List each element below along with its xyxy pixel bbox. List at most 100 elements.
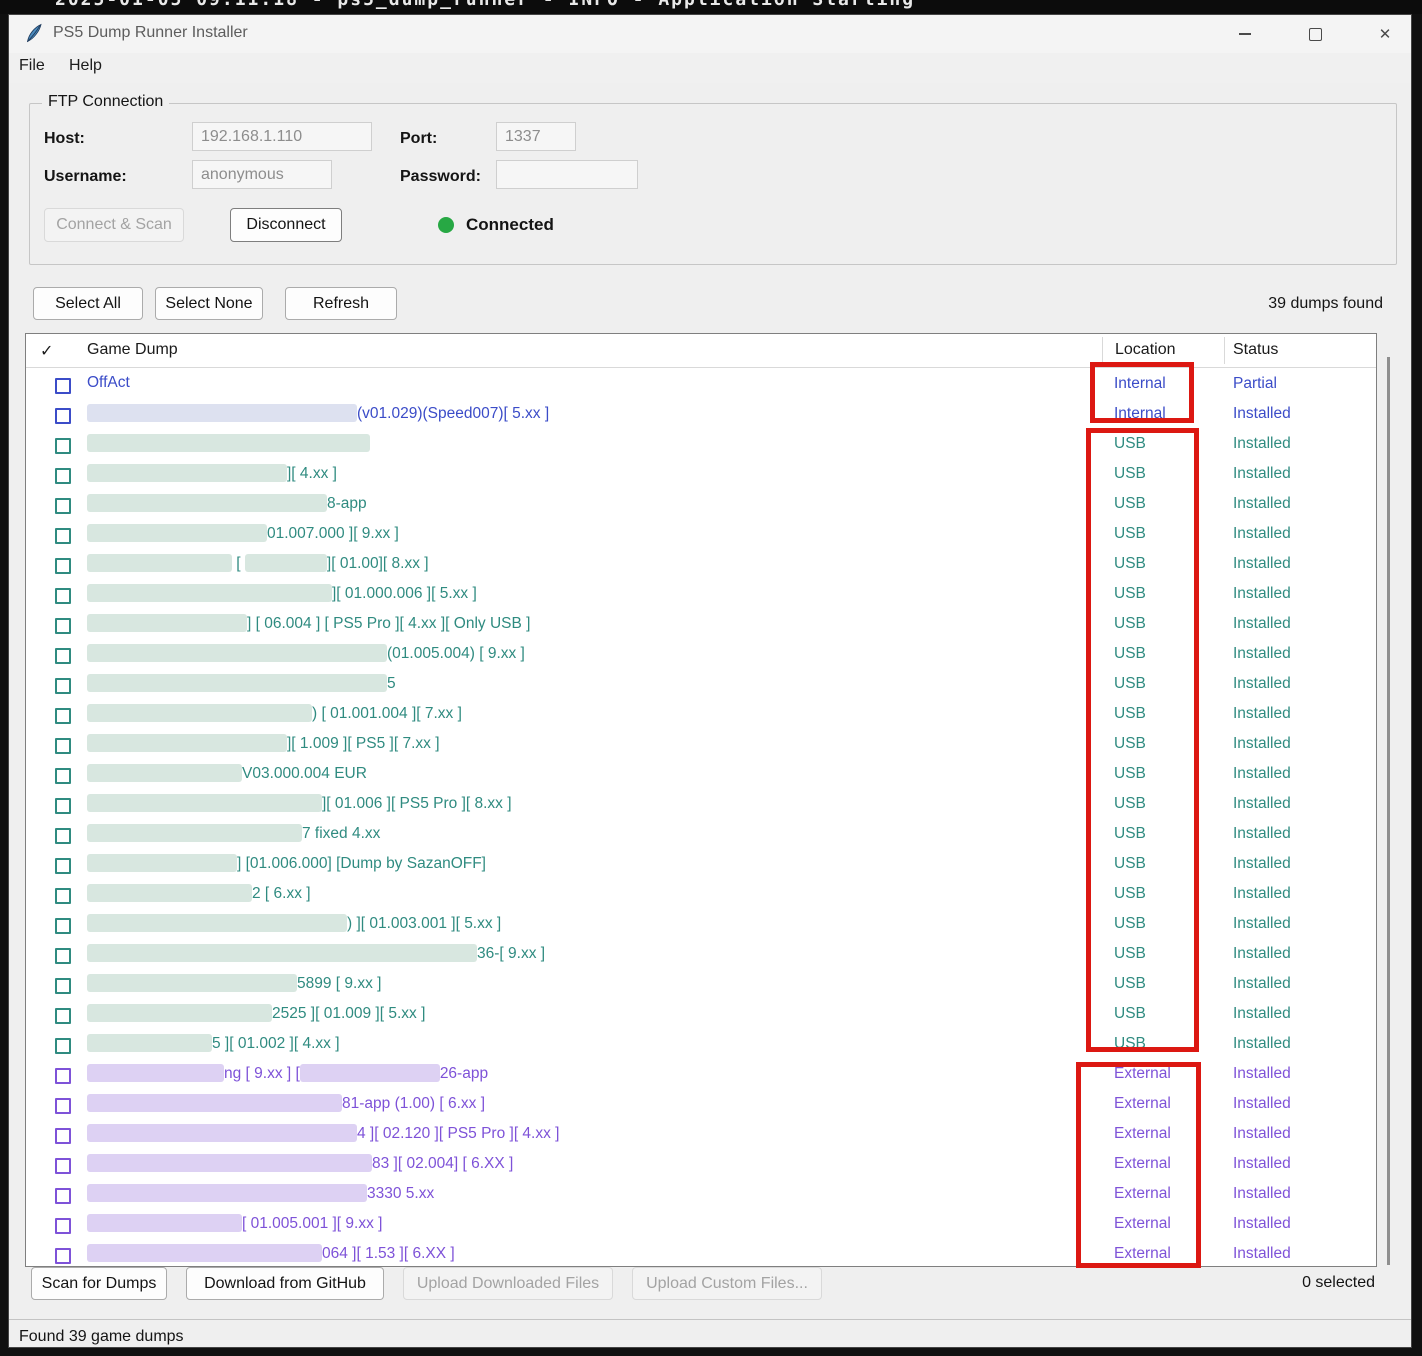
connect-scan-button[interactable]: Connect & Scan [44, 208, 184, 242]
table-row[interactable]: V03.000.004 EURUSBInstalled [26, 760, 1376, 790]
game-dump-text: 26-app [440, 1065, 488, 1082]
table-row[interactable]: [ 01.005.001 ][ 9.xx ]ExternalInstalled [26, 1210, 1376, 1240]
table-row[interactable]: 83 ][ 02.004] [ 6.XX ]ExternalInstalled [26, 1150, 1376, 1180]
refresh-button[interactable]: Refresh [285, 287, 397, 320]
table-row[interactable]: 36-[ 9.xx ]USBInstalled [26, 940, 1376, 970]
game-dump-name: ng [ 9.xx ] [26-app [87, 1064, 488, 1083]
row-checkbox[interactable] [55, 828, 71, 844]
game-dump-text: ] [01.006.000] [Dump by SazanOFF] [237, 855, 486, 872]
row-checkbox[interactable] [55, 978, 71, 994]
select-none-button[interactable]: Select None [155, 287, 263, 320]
table-row[interactable]: 2 [ 6.xx ]USBInstalled [26, 880, 1376, 910]
location-cell: USB [1114, 615, 1146, 633]
row-checkbox[interactable] [55, 888, 71, 904]
table-row[interactable]: ][ 01.006 ][ PS5 Pro ][ 8.xx ]USBInstall… [26, 790, 1376, 820]
row-checkbox[interactable] [55, 378, 71, 394]
row-checkbox[interactable] [55, 1038, 71, 1054]
table-row[interactable]: ] [01.006.000] [Dump by SazanOFF]USBInst… [26, 850, 1376, 880]
table-row[interactable]: 8-appUSBInstalled [26, 490, 1376, 520]
table-row[interactable]: ) [ 01.001.004 ][ 7.xx ]USBInstalled [26, 700, 1376, 730]
maximize-button[interactable] [1292, 15, 1338, 53]
location-cell: USB [1114, 855, 1146, 873]
row-checkbox[interactable] [55, 1128, 71, 1144]
row-checkbox[interactable] [55, 1008, 71, 1024]
username-input[interactable] [192, 160, 332, 189]
disconnect-button[interactable]: Disconnect [230, 208, 342, 242]
table-row[interactable]: 5 ][ 01.002 ][ 4.xx ]USBInstalled [26, 1030, 1376, 1060]
status-column-header[interactable]: Status [1233, 341, 1278, 359]
table-row[interactable]: (01.005.004) [ 9.xx ]USBInstalled [26, 640, 1376, 670]
row-checkbox[interactable] [55, 678, 71, 694]
table-row[interactable]: 81-app (1.00) [ 6.xx ]ExternalInstalled [26, 1090, 1376, 1120]
game-dump-name: V03.000.004 EUR [87, 764, 367, 783]
minimize-icon [1239, 33, 1251, 35]
table-row[interactable]: ][ 4.xx ]USBInstalled [26, 460, 1376, 490]
table-row[interactable]: 3330 5.xxExternalInstalled [26, 1180, 1376, 1210]
table-row[interactable]: (v01.029)(Speed007)[ 5.xx ]InternalInsta… [26, 400, 1376, 430]
menu-help[interactable]: Help [69, 57, 102, 75]
upload-custom-files-button[interactable]: Upload Custom Files... [632, 1267, 822, 1300]
row-checkbox[interactable] [55, 528, 71, 544]
row-checkbox[interactable] [55, 588, 71, 604]
table-row[interactable]: 01.007.000 ][ 9.xx ]USBInstalled [26, 520, 1376, 550]
row-checkbox[interactable] [55, 558, 71, 574]
table-body: OffActInternalPartial(v01.029)(Speed007)… [26, 370, 1376, 1267]
row-checkbox[interactable] [55, 1248, 71, 1264]
status-cell: Installed [1233, 585, 1291, 603]
table-row[interactable]: ng [ 9.xx ] [26-appExternalInstalled [26, 1060, 1376, 1090]
scan-for-dumps-button[interactable]: Scan for Dumps [31, 1267, 167, 1300]
table-row[interactable]: 064 ][ 1.53 ][ 6.XX ]ExternalInstalled [26, 1240, 1376, 1267]
password-input[interactable] [496, 160, 638, 189]
menu-file[interactable]: File [19, 57, 45, 75]
location-cell: USB [1114, 585, 1146, 603]
row-checkbox[interactable] [55, 1188, 71, 1204]
row-checkbox[interactable] [55, 708, 71, 724]
table-row[interactable]: USBInstalled [26, 430, 1376, 460]
row-checkbox[interactable] [55, 438, 71, 454]
row-checkbox[interactable] [55, 798, 71, 814]
row-checkbox[interactable] [55, 618, 71, 634]
location-cell: USB [1114, 945, 1146, 963]
game-dump-column-header[interactable]: Game Dump [87, 341, 178, 359]
check-column-header[interactable]: ✓ [40, 341, 53, 361]
port-input[interactable] [496, 122, 576, 151]
download-from-github-button[interactable]: Download from GitHub [186, 1267, 384, 1300]
row-checkbox[interactable] [55, 648, 71, 664]
table-row[interactable]: ] [ 06.004 ] [ PS5 Pro ][ 4.xx ][ Only U… [26, 610, 1376, 640]
redacted-text [87, 914, 347, 932]
host-input[interactable] [192, 122, 372, 151]
table-row[interactable]: 2525 ][ 01.009 ][ 5.xx ]USBInstalled [26, 1000, 1376, 1030]
table-row[interactable]: OffActInternalPartial [26, 370, 1376, 400]
row-checkbox[interactable] [55, 858, 71, 874]
row-checkbox[interactable] [55, 948, 71, 964]
redacted-text [87, 1094, 342, 1112]
maximize-icon [1309, 28, 1322, 41]
row-checkbox[interactable] [55, 1218, 71, 1234]
row-checkbox[interactable] [55, 738, 71, 754]
status-cell: Installed [1233, 405, 1291, 423]
row-checkbox[interactable] [55, 1068, 71, 1084]
location-column-header[interactable]: Location [1115, 341, 1176, 359]
select-all-button[interactable]: Select All [33, 287, 143, 320]
row-checkbox[interactable] [55, 1098, 71, 1114]
table-scrollbar[interactable] [1387, 357, 1390, 1265]
table-row[interactable]: 5USBInstalled [26, 670, 1376, 700]
row-checkbox[interactable] [55, 768, 71, 784]
table-row[interactable]: ) ][ 01.003.001 ][ 5.xx ]USBInstalled [26, 910, 1376, 940]
location-cell: USB [1114, 495, 1146, 513]
window-title: PS5 Dump Runner Installer [53, 24, 248, 42]
row-checkbox[interactable] [55, 918, 71, 934]
row-checkbox[interactable] [55, 408, 71, 424]
row-checkbox[interactable] [55, 468, 71, 484]
table-row[interactable]: 7 fixed 4.xxUSBInstalled [26, 820, 1376, 850]
close-button[interactable]: ✕ [1362, 15, 1408, 53]
row-checkbox[interactable] [55, 498, 71, 514]
table-row[interactable]: 5899 [ 9.xx ]USBInstalled [26, 970, 1376, 1000]
table-row[interactable]: ][ 01.000.006 ][ 5.xx ]USBInstalled [26, 580, 1376, 610]
table-row[interactable]: ][ 1.009 ][ PS5 ][ 7.xx ]USBInstalled [26, 730, 1376, 760]
row-checkbox[interactable] [55, 1158, 71, 1174]
table-row[interactable]: [ ][ 01.00][ 8.xx ]USBInstalled [26, 550, 1376, 580]
table-row[interactable]: 4 ][ 02.120 ][ PS5 Pro ][ 4.xx ]External… [26, 1120, 1376, 1150]
minimize-button[interactable] [1222, 15, 1268, 53]
upload-downloaded-files-button[interactable]: Upload Downloaded Files [403, 1267, 613, 1300]
